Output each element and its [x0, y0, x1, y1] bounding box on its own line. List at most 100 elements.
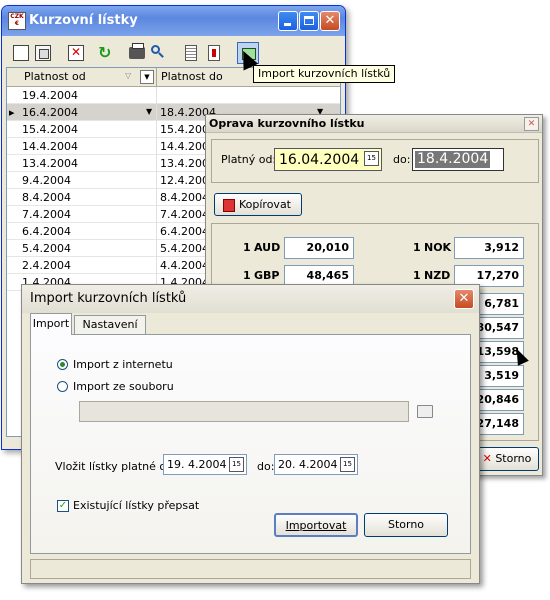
- column-separator: [156, 155, 157, 172]
- overwrite-label: Existující lístky přepsat: [73, 499, 200, 512]
- column-separator: [156, 104, 157, 121]
- radio-internet-label: Import z internetu: [73, 358, 173, 371]
- column-separator: [156, 138, 157, 155]
- minimize-button[interactable]: [278, 11, 298, 31]
- column-separator: [156, 206, 157, 223]
- platny-od-value: 16.04.2004: [279, 152, 360, 168]
- tab-nastaveni[interactable]: Nastavení: [74, 315, 146, 335]
- import-tooltip: Import kurzovních lístků: [253, 65, 396, 83]
- close-icon: ✕: [458, 291, 470, 306]
- cell-platnost-od: 6.4.2004: [22, 225, 71, 238]
- column-header-platnost-od[interactable]: Platnost od: [24, 70, 86, 83]
- tooltip-text: Import kurzovních lístků: [258, 67, 391, 80]
- import-title-bar[interactable]: Import kurzovních lístků ✕: [22, 285, 479, 313]
- currency-rate-input[interactable]: 3,912: [454, 237, 524, 259]
- platny-od-label: Platný od:: [221, 153, 277, 166]
- cell-platnost-od: 14.4.2004: [22, 140, 78, 153]
- currency-amount: 1: [413, 269, 421, 282]
- currency-code: NZD: [424, 269, 451, 282]
- file-path-input[interactable]: [79, 401, 409, 422]
- calendar-icon[interactable]: 15: [340, 457, 355, 472]
- column-separator: [156, 240, 157, 257]
- delete-document-icon[interactable]: ✕: [68, 45, 84, 61]
- column-separator: [156, 189, 157, 206]
- calendar-icon[interactable]: 15: [229, 457, 244, 472]
- date-to-value: 20. 4.2004: [278, 458, 338, 471]
- minimize-icon: [284, 23, 291, 26]
- oprava-close-button[interactable]: ✕: [524, 117, 539, 131]
- status-bar: [30, 559, 471, 579]
- cell-platnost-od: 16.4.2004: [22, 106, 78, 119]
- date-from-field[interactable]: 19. 4.2004 15: [163, 454, 247, 475]
- print-icon[interactable]: [129, 43, 145, 59]
- radio-file-label: Import ze souboru: [73, 380, 174, 393]
- import-button-label: Importovat: [285, 519, 347, 532]
- oprava-title-bar[interactable]: Oprava kurzovního lístku ✕: [206, 115, 542, 133]
- maximize-button[interactable]: [299, 11, 319, 31]
- oprava-storno-button[interactable]: ✕ Storno: [475, 447, 539, 471]
- cell-platnost-od: 7.4.2004: [22, 208, 71, 221]
- title-bar[interactable]: CZK € Kurzovní lístky ✕: [2, 6, 345, 36]
- storno-icon: ✕: [482, 452, 492, 465]
- column-header-platnost-do[interactable]: Platnost do: [161, 70, 223, 83]
- list-document-icon[interactable]: [185, 45, 197, 61]
- filter-dropdown-icon[interactable]: ▼: [140, 70, 154, 84]
- currency-rate-input[interactable]: 20,010: [284, 237, 354, 259]
- cell-platnost-od: 5.4.2004: [22, 242, 71, 255]
- date-do-label: do:: [257, 460, 275, 473]
- table-row[interactable]: 19.4.2004: [7, 87, 340, 104]
- platny-od-field[interactable]: 16.04.2004 15: [274, 148, 382, 171]
- report-document-icon[interactable]: [208, 45, 220, 61]
- date-to-field[interactable]: 20. 4.2004 15: [274, 454, 358, 475]
- import-title: Import kurzovních lístků: [30, 291, 187, 306]
- current-row-indicator-icon: ▸: [9, 106, 15, 119]
- copy-document-icon[interactable]: [35, 45, 51, 61]
- tab-import[interactable]: Import: [30, 313, 72, 335]
- search-icon[interactable]: [151, 45, 167, 61]
- column-separator: [156, 172, 157, 189]
- refresh-icon[interactable]: ↻: [98, 45, 114, 61]
- sort-icon[interactable]: ▽: [125, 71, 131, 80]
- column-separator: [156, 223, 157, 240]
- cell-platnost-od: 19.4.2004: [22, 89, 78, 102]
- close-button[interactable]: ✕: [320, 11, 340, 31]
- toolbar: ✕ ↻: [5, 39, 342, 67]
- currency-amount: 1: [413, 241, 421, 254]
- copy-icon: [223, 199, 235, 212]
- chevron-down-icon[interactable]: ▼: [146, 107, 152, 116]
- cell-platnost-od: 13.4.2004: [22, 157, 78, 170]
- currency-code: GBP: [254, 269, 280, 282]
- platny-do-field[interactable]: 18.4.2004: [412, 148, 504, 171]
- platny-do-value: 18.4.2004: [415, 151, 491, 168]
- radio-internet[interactable]: [57, 359, 68, 370]
- copy-button[interactable]: Kopírovat: [214, 193, 302, 216]
- import-button[interactable]: Importovat: [274, 513, 358, 537]
- cell-platnost-od: 9.4.2004: [22, 174, 71, 187]
- overwrite-checkbox[interactable]: ✓: [57, 500, 69, 512]
- currency-amount: 1: [243, 269, 251, 282]
- window-title: Kurzovní lístky: [29, 13, 138, 28]
- cell-platnost-od: 2.4.2004: [22, 259, 71, 272]
- column-separator: [156, 87, 157, 104]
- radio-file[interactable]: [57, 381, 68, 392]
- maximize-icon: [304, 16, 314, 25]
- app-icon: CZK €: [8, 12, 26, 30]
- new-document-icon[interactable]: [13, 45, 29, 61]
- close-icon: ✕: [324, 13, 336, 28]
- import-storno-label: Storno: [387, 518, 425, 531]
- currency-code: AUD: [254, 241, 281, 254]
- import-close-button[interactable]: ✕: [454, 289, 474, 309]
- copy-button-label: Kopírovat: [238, 198, 291, 211]
- import-window: Import kurzovních lístků ✕ Import Nastav…: [21, 284, 480, 584]
- currency-code: NOK: [424, 241, 452, 254]
- open-folder-icon[interactable]: [417, 405, 433, 418]
- cell-platnost-do: [160, 87, 300, 104]
- date-range-label: Vložit lístky platné od:: [55, 460, 177, 473]
- import-storno-button[interactable]: Storno: [364, 513, 448, 537]
- column-separator: [156, 257, 157, 274]
- date-from-value: 19. 4.2004: [167, 458, 227, 471]
- column-separator: [156, 121, 157, 138]
- tab-nastaveni-label: Nastavení: [82, 318, 138, 331]
- tab-import-label: Import: [32, 317, 70, 330]
- calendar-icon[interactable]: 15: [364, 151, 379, 166]
